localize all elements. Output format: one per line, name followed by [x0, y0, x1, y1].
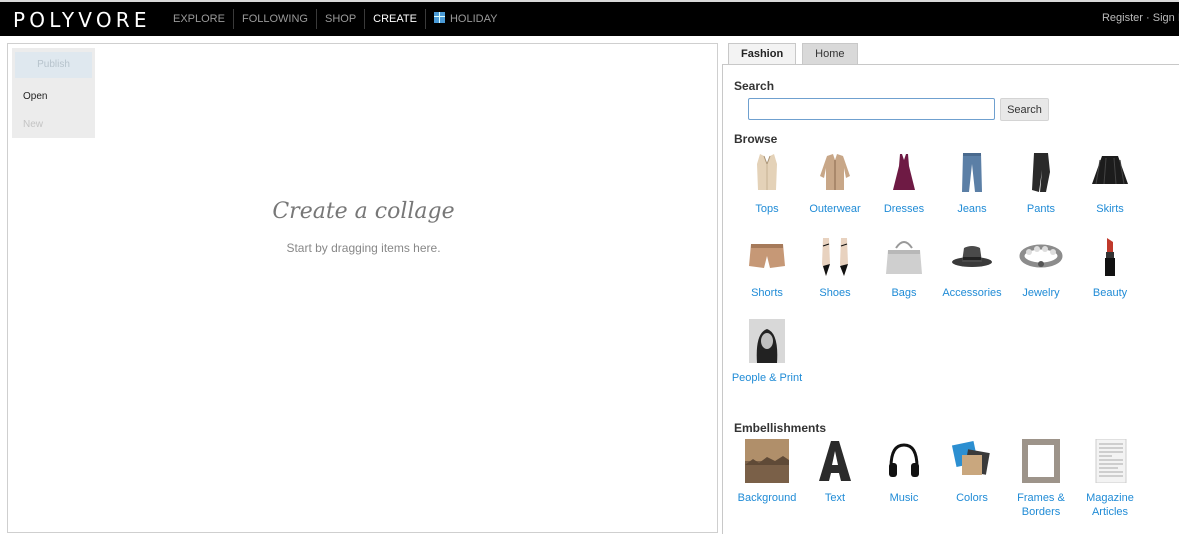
publish-button[interactable]: Publish	[15, 52, 92, 78]
category-label: Jeans	[957, 203, 987, 215]
logo[interactable]: POLYVORE	[13, 8, 151, 32]
fashion-tab-body: Search Search Browse Tops Outerwear Dres…	[722, 64, 1179, 534]
main-nav: EXPLORE FOLLOWING SHOP CREATE HOLIDAY	[165, 2, 505, 36]
category-label: Accessories	[942, 287, 1002, 299]
category-pants[interactable]: Pants	[1006, 150, 1076, 230]
headphones-icon	[889, 443, 919, 477]
category-label: Tops	[755, 203, 779, 215]
embellishment-frames[interactable]: Frames & Borders	[1006, 439, 1076, 519]
category-tops[interactable]: Tops	[732, 150, 802, 230]
category-people-print[interactable]: People & Print	[732, 319, 802, 399]
colors-icon	[951, 440, 990, 475]
search-button[interactable]: Search	[1000, 98, 1049, 121]
people-print-icon	[749, 319, 785, 363]
search-input[interactable]	[748, 98, 995, 120]
category-label: Skirts	[1096, 203, 1124, 215]
nav-holiday[interactable]: HOLIDAY	[424, 9, 505, 29]
background-icon	[745, 439, 789, 483]
nav-create[interactable]: CREATE	[364, 9, 425, 29]
nav-holiday-label: HOLIDAY	[449, 13, 498, 25]
accessories-icon	[952, 246, 992, 267]
category-label: Music	[889, 492, 919, 504]
nav-shop[interactable]: SHOP	[315, 9, 364, 29]
category-label: Dresses	[883, 203, 925, 215]
embellishment-background[interactable]: Background	[732, 439, 802, 519]
category-beauty[interactable]: Beauty	[1075, 234, 1145, 314]
category-skirts[interactable]: Skirts	[1075, 150, 1145, 230]
embellishment-music[interactable]: Music	[869, 439, 939, 519]
magazine-icon	[1095, 439, 1127, 483]
new-button[interactable]: New	[23, 119, 43, 130]
category-outerwear[interactable]: Outerwear	[800, 150, 870, 230]
browse-heading: Browse	[734, 132, 778, 146]
category-label: Shoes	[819, 287, 851, 299]
open-button[interactable]: Open	[23, 91, 47, 102]
category-accessories[interactable]: Accessories	[937, 234, 1007, 314]
collage-title: Create a collage	[272, 199, 455, 224]
jewelry-icon	[1019, 244, 1063, 268]
register-link[interactable]: Register	[1102, 12, 1143, 24]
category-shorts[interactable]: Shorts	[732, 234, 802, 314]
category-shoes[interactable]: Shoes	[800, 234, 870, 314]
category-label: Pants	[1026, 203, 1056, 215]
dresses-icon	[893, 154, 915, 190]
tab-home[interactable]: Home	[802, 43, 858, 65]
frame-icon	[1022, 439, 1060, 483]
category-label: Outerwear	[809, 203, 861, 215]
jeans-icon	[962, 153, 982, 192]
top-bar: POLYVORE EXPLORE FOLLOWING SHOP CREATE H…	[0, 0, 1179, 36]
category-label: People & Print	[731, 372, 803, 384]
category-label: Frames & Borders	[1017, 492, 1065, 518]
outerwear-icon	[820, 154, 850, 190]
auth-separator: ·	[1146, 12, 1150, 24]
file-menu: Publish Open New	[12, 48, 95, 138]
panel-tabs: Fashion Home	[728, 43, 864, 65]
category-bags[interactable]: Bags	[869, 234, 939, 314]
bags-icon	[886, 241, 922, 274]
nav-following[interactable]: FOLLOWING	[232, 9, 316, 29]
category-label: Text	[824, 492, 846, 504]
category-label: Magazine Articles	[1086, 492, 1134, 518]
shorts-icon	[749, 244, 785, 268]
embellishment-text[interactable]: Text	[800, 439, 870, 519]
skirts-icon	[1092, 156, 1128, 185]
category-label: Colors	[956, 492, 988, 504]
collage-subtitle: Start by dragging items here.	[286, 241, 441, 255]
embellishments-heading: Embellishments	[734, 421, 827, 435]
beauty-icon	[1105, 238, 1115, 276]
item-browser-panel: Fashion Home Search Search Browse Tops O…	[722, 43, 1179, 534]
text-icon	[819, 441, 851, 481]
search-heading: Search	[734, 79, 775, 93]
tab-fashion[interactable]: Fashion	[728, 43, 797, 65]
category-jewelry[interactable]: Jewelry	[1006, 234, 1076, 314]
category-label: Beauty	[1092, 287, 1128, 299]
auth-links: Register · Sign In	[1102, 12, 1179, 24]
embellishment-colors[interactable]: Colors	[937, 439, 1007, 519]
nav-explore[interactable]: EXPLORE	[165, 9, 233, 29]
signin-link[interactable]: Sign In	[1153, 12, 1179, 24]
category-label: Bags	[891, 287, 917, 299]
category-jeans[interactable]: Jeans	[937, 150, 1007, 230]
shoes-icon	[822, 238, 848, 276]
category-label: Shorts	[751, 287, 783, 299]
tops-icon	[757, 154, 777, 190]
category-label: Background	[737, 492, 797, 504]
collage-canvas[interactable]: Publish Open New Create a collage Start …	[7, 43, 718, 533]
embellishment-magazine[interactable]: Magazine Articles	[1075, 439, 1145, 519]
category-dresses[interactable]: Dresses	[869, 150, 939, 230]
gift-icon	[433, 12, 445, 23]
category-label: Jewelry	[1022, 287, 1060, 299]
pants-icon	[1032, 153, 1050, 192]
